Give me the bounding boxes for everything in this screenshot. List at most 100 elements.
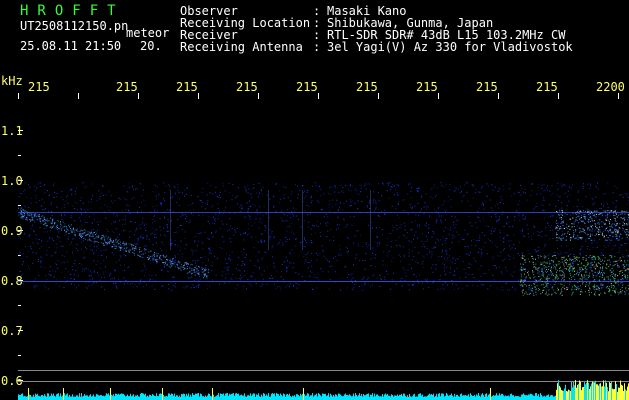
noise-pixel <box>93 251 95 253</box>
trail-pixel <box>203 268 205 270</box>
intensity-bar <box>43 396 44 400</box>
noise-pixel <box>382 229 384 231</box>
intensity-bar <box>613 389 614 400</box>
intensity-bar <box>487 396 488 400</box>
noise-pixel <box>436 220 438 222</box>
intensity-bar <box>466 395 467 400</box>
trail-pixel <box>66 227 68 229</box>
echo-pixel <box>572 268 574 269</box>
noise-pixel <box>240 279 241 281</box>
echo-pixel <box>532 256 533 257</box>
echo-pixel <box>573 259 575 261</box>
noise-pixel <box>253 183 255 185</box>
noise-pixel <box>568 284 570 286</box>
noise-pixel <box>368 244 369 246</box>
noise-pixel <box>88 215 90 217</box>
trail-pixel <box>160 255 162 257</box>
echo-pixel <box>577 212 579 214</box>
echo-pixel <box>585 270 587 272</box>
noise-pixel <box>432 198 434 200</box>
intensity-bar <box>27 396 28 400</box>
noise-pixel <box>518 284 520 285</box>
noise-pixel <box>466 192 468 194</box>
noise-pixel <box>160 229 162 231</box>
echo-pixel <box>560 283 562 285</box>
intensity-bar <box>65 395 66 400</box>
echo-pixel <box>578 257 580 259</box>
echo-pixel <box>626 210 628 212</box>
echo-pixel <box>596 265 598 267</box>
trail-pixel <box>76 230 78 231</box>
echo-pixel <box>520 279 522 280</box>
noise-pixel <box>21 275 22 276</box>
noise-pixel <box>50 275 52 277</box>
noise-pixel <box>346 251 348 253</box>
echo-pixel <box>616 263 618 265</box>
echo-pixel <box>611 256 613 258</box>
noise-pixel <box>581 246 583 248</box>
noise-pixel <box>90 249 92 250</box>
noise-pixel <box>32 242 34 244</box>
noise-pixel <box>323 255 325 257</box>
noise-pixel <box>340 202 342 204</box>
noise-pixel <box>364 183 366 185</box>
noise-pixel <box>194 259 196 261</box>
noise-pixel <box>74 220 76 222</box>
noise-pixel <box>415 214 417 216</box>
noise-pixel <box>487 195 488 197</box>
noise-pixel <box>506 217 508 219</box>
noise-pixel <box>209 252 211 254</box>
noise-pixel <box>296 287 298 289</box>
noise-pixel <box>485 195 487 197</box>
noise-pixel <box>593 270 595 272</box>
echo-pixel <box>561 221 563 223</box>
echo-pixel <box>609 212 610 214</box>
noise-pixel <box>249 206 251 207</box>
noise-pixel <box>221 248 223 249</box>
echo-pixel <box>588 219 590 221</box>
noise-pixel <box>20 183 22 185</box>
noise-pixel <box>135 243 137 245</box>
noise-pixel <box>427 239 429 241</box>
noise-pixel <box>168 189 170 191</box>
noise-pixel <box>242 286 244 288</box>
noise-pixel <box>523 279 525 281</box>
intensity-bar <box>36 394 37 400</box>
intensity-bar <box>627 386 628 400</box>
noise-pixel <box>221 275 223 277</box>
intensity-bar <box>491 396 492 400</box>
noise-pixel <box>615 200 617 202</box>
x-tick-mark <box>618 93 619 99</box>
intensity-bar <box>358 395 359 400</box>
noise-pixel <box>516 210 518 212</box>
noise-pixel <box>322 249 324 251</box>
echo-pixel <box>612 287 614 289</box>
noise-pixel <box>72 269 74 271</box>
trail-pixel <box>183 265 185 266</box>
noise-pixel <box>193 287 195 289</box>
noise-pixel <box>117 236 119 238</box>
noise-pixel <box>228 258 230 260</box>
echo-pixel <box>597 227 599 229</box>
intensity-bar <box>474 394 475 400</box>
noise-pixel <box>398 217 400 219</box>
noise-pixel <box>282 242 284 244</box>
trail-pixel <box>76 228 78 230</box>
echo-pixel <box>609 255 611 257</box>
noise-pixel <box>417 203 419 204</box>
intensity-bar <box>62 395 63 400</box>
noise-pixel <box>103 259 105 261</box>
echo-pixel <box>591 225 593 226</box>
echo-pixel <box>521 256 523 258</box>
trail-pixel <box>85 230 87 232</box>
noise-pixel <box>346 224 348 226</box>
noise-pixel <box>391 205 393 207</box>
noise-pixel <box>151 275 153 276</box>
trail-pixel <box>204 274 206 276</box>
noise-pixel <box>123 185 125 187</box>
trail-pixel <box>131 243 132 245</box>
noise-pixel <box>425 208 427 210</box>
noise-pixel <box>409 204 411 206</box>
noise-pixel <box>500 251 502 253</box>
noise-pixel <box>398 254 400 256</box>
